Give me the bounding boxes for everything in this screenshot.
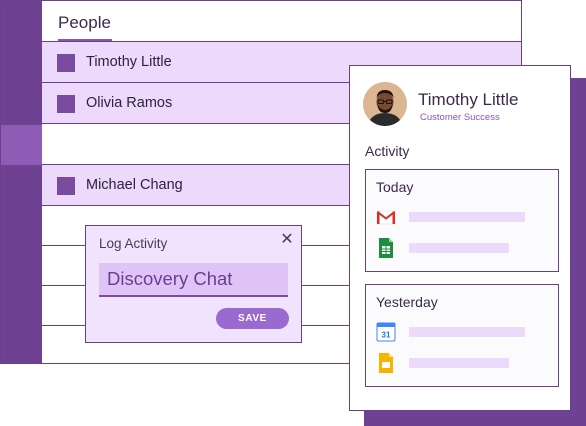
- activity-entry[interactable]: 31: [376, 321, 552, 343]
- placeholder-bar: [409, 212, 525, 222]
- person-name: Michael Chang: [86, 177, 183, 193]
- profile-name: Timothy Little: [418, 90, 519, 109]
- activity-group-today: Today: [365, 169, 559, 272]
- activity-entry[interactable]: [376, 352, 552, 374]
- slides-icon: [376, 352, 396, 374]
- person-name: Timothy Little: [86, 54, 172, 70]
- activity-entry[interactable]: [376, 206, 552, 228]
- person-name: Olivia Ramos: [86, 95, 173, 111]
- row-checkbox[interactable]: [57, 54, 75, 72]
- row-checkbox[interactable]: [57, 95, 75, 113]
- svg-text:31: 31: [382, 331, 391, 340]
- placeholder-bar: [409, 327, 525, 337]
- people-title: People: [58, 13, 111, 32]
- calendar-icon: 31: [376, 321, 396, 343]
- profile-card: Timothy Little Customer Success Activity…: [349, 65, 571, 411]
- profile-role: Customer Success: [420, 112, 500, 123]
- row-checkbox[interactable]: [57, 177, 75, 195]
- activity-group-label: Yesterday: [376, 294, 438, 310]
- activity-group-yesterday: Yesterday 31: [365, 284, 559, 387]
- sheets-icon: [376, 237, 396, 259]
- activity-heading: Activity: [365, 143, 410, 159]
- sidebar-rail: [1, 1, 42, 363]
- activity-entry[interactable]: [376, 237, 552, 259]
- log-activity-dialog: Log Activity ✕ Discovery Chat SAVE: [85, 225, 302, 343]
- placeholder-bar: [409, 358, 509, 368]
- close-icon[interactable]: ✕: [279, 232, 295, 248]
- dialog-title: Log Activity: [99, 236, 168, 251]
- activity-name-input[interactable]: Discovery Chat: [99, 263, 288, 297]
- sidebar-rail-selected[interactable]: [1, 125, 42, 165]
- activity-group-label: Today: [376, 179, 414, 195]
- placeholder-bar: [409, 243, 509, 253]
- gmail-icon: [376, 206, 396, 228]
- save-button[interactable]: SAVE: [216, 308, 289, 329]
- avatar: [363, 82, 407, 126]
